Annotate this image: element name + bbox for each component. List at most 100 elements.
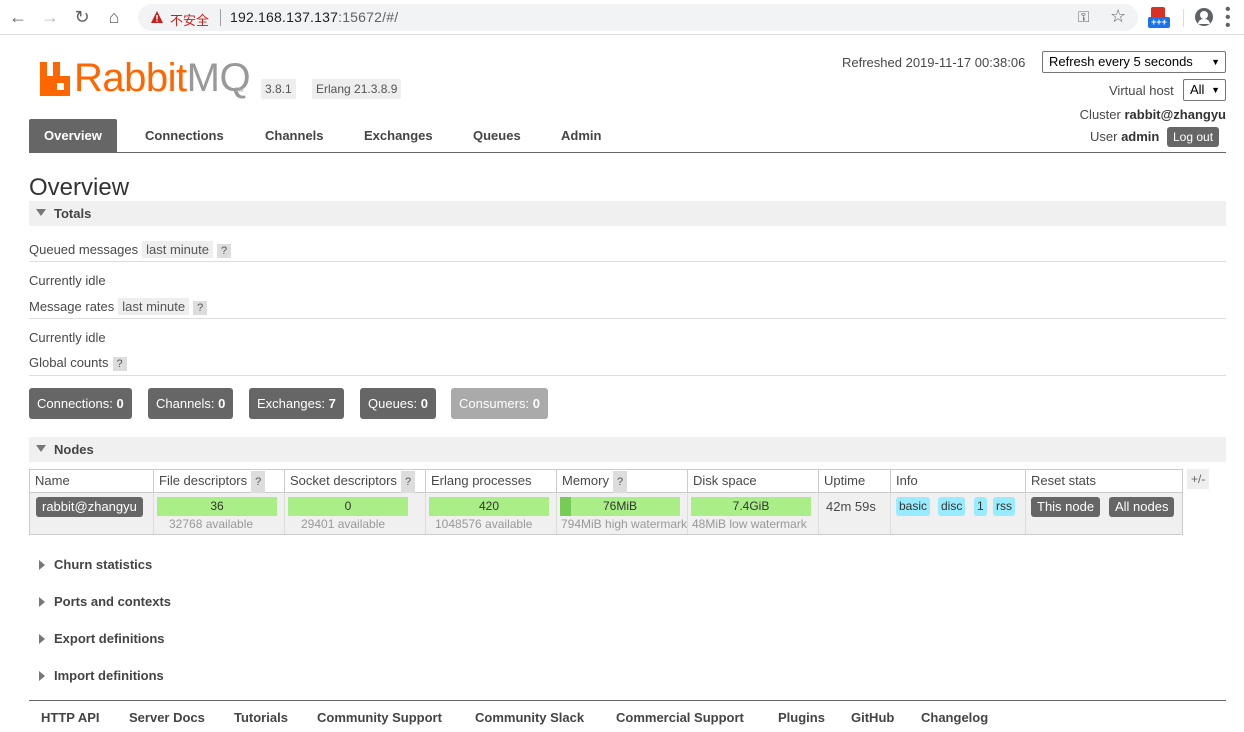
chevron-down-icon: ▼ bbox=[1211, 85, 1220, 95]
connections-count[interactable]: Connections: 0 bbox=[29, 388, 132, 419]
export-definitions-section[interactable]: Export definitions bbox=[29, 631, 165, 646]
consumers-count[interactable]: Consumers: 0 bbox=[451, 388, 548, 419]
footer-link-server-docs[interactable]: Server Docs bbox=[129, 710, 205, 725]
column-header: Disk space bbox=[688, 470, 819, 493]
column-header: Uptime bbox=[819, 470, 891, 493]
main-tabs: Overview Connections Channels Exchanges … bbox=[29, 119, 1226, 153]
ports-contexts-section[interactable]: Ports and contexts bbox=[29, 594, 171, 609]
exchanges-count[interactable]: Exchanges: 7 bbox=[249, 388, 344, 419]
page-title: Overview bbox=[29, 174, 130, 201]
warning-icon bbox=[151, 11, 163, 23]
nodes-table: Name File descriptors? Socket descriptor… bbox=[29, 469, 1183, 535]
toolbar-divider bbox=[1183, 9, 1184, 27]
footer-link-community-support[interactable]: Community Support bbox=[317, 710, 442, 725]
tab-queues[interactable]: Queues bbox=[458, 119, 536, 152]
socket-available-text: 29401 available bbox=[301, 517, 386, 531]
rates-range-toggle[interactable]: last minute bbox=[118, 298, 190, 315]
memory-bar: 76MiB bbox=[560, 497, 680, 516]
help-icon[interactable]: ? bbox=[612, 471, 628, 493]
refresh-interval-select[interactable]: Refresh every 5 seconds ▼ bbox=[1042, 51, 1226, 73]
home-icon[interactable]: ⌂ bbox=[102, 6, 126, 28]
footer-link-community-slack[interactable]: Community Slack bbox=[475, 710, 584, 725]
tab-channels[interactable]: Channels bbox=[250, 119, 339, 152]
channels-count[interactable]: Channels: 0 bbox=[148, 388, 234, 419]
address-bar[interactable]: 不安全 192.168.137.137:15672/#/ ⚿ ☆ bbox=[138, 4, 1138, 31]
erlang-version-badge: Erlang 21.3.8.9 bbox=[312, 79, 402, 99]
nodes-section-header[interactable]: Nodes bbox=[29, 437, 1226, 462]
global-counts-row: Global counts? bbox=[29, 355, 127, 371]
help-icon[interactable]: ? bbox=[400, 471, 416, 493]
rabbitmq-logo-icon bbox=[40, 62, 70, 96]
help-icon[interactable]: ? bbox=[112, 357, 127, 371]
table-header: Name File descriptors? Socket descriptor… bbox=[30, 470, 1182, 493]
queued-messages-row: Queued messages last minute? bbox=[29, 241, 232, 258]
triangle-right-icon bbox=[39, 634, 45, 644]
back-icon[interactable]: ← bbox=[6, 6, 30, 28]
security-label[interactable]: 不安全 bbox=[170, 10, 209, 29]
column-header: Erlang processes bbox=[426, 470, 557, 493]
idle-status-text: Currently idle bbox=[29, 273, 106, 288]
idle-status-text: Currently idle bbox=[29, 330, 106, 345]
help-icon[interactable]: ? bbox=[251, 471, 266, 493]
triangle-right-icon bbox=[39, 560, 45, 570]
reload-icon[interactable]: ↻ bbox=[70, 6, 94, 28]
tab-admin[interactable]: Admin bbox=[546, 119, 616, 152]
extension-icon[interactable]: +++ bbox=[1148, 7, 1170, 29]
column-header: Memory? bbox=[557, 470, 688, 493]
column-header: Socket descriptors? bbox=[285, 470, 426, 493]
tab-overview[interactable]: Overview bbox=[29, 119, 117, 152]
forward-icon[interactable]: → bbox=[38, 6, 62, 28]
memory-watermark-text: 794MiB high watermark bbox=[561, 517, 688, 531]
disk-watermark-text: 48MiB low watermark bbox=[692, 517, 807, 531]
bookmark-star-icon[interactable]: ☆ bbox=[1110, 6, 1126, 27]
reset-this-node-button[interactable]: This node bbox=[1031, 497, 1101, 517]
key-icon[interactable]: ⚿ bbox=[1078, 9, 1089, 26]
divider bbox=[29, 375, 1226, 376]
column-toggle-button[interactable]: +/- bbox=[1187, 469, 1210, 489]
column-header: File descriptors? bbox=[154, 470, 285, 493]
info-tag: disc bbox=[938, 497, 966, 516]
url-separator bbox=[220, 9, 221, 26]
footer-link-plugins[interactable]: Plugins bbox=[778, 710, 825, 725]
divider bbox=[29, 318, 1226, 319]
refreshed-timestamp: Refreshed 2019-11-17 00:38:06 bbox=[842, 55, 1026, 70]
version-badge: 3.8.1 bbox=[261, 79, 296, 99]
triangle-right-icon bbox=[39, 597, 45, 607]
totals-section-header[interactable]: Totals bbox=[29, 201, 1226, 226]
footer-link-commercial-support[interactable]: Commercial Support bbox=[616, 710, 744, 725]
url-text[interactable]: 192.168.137.137:15672/#/ bbox=[230, 9, 398, 25]
table-row: rabbit@zhangyu 36 32768 available 0 2940… bbox=[30, 493, 1182, 534]
file-descriptors-bar: 36 bbox=[157, 497, 277, 516]
column-header: Info bbox=[891, 470, 1026, 493]
info-tag: 1 bbox=[974, 497, 987, 516]
queues-count[interactable]: Queues: 0 bbox=[360, 388, 437, 419]
help-icon[interactable]: ? bbox=[193, 301, 208, 315]
footer-link-http-api[interactable]: HTTP API bbox=[41, 710, 100, 725]
tab-connections[interactable]: Connections bbox=[130, 119, 239, 152]
help-icon[interactable]: ? bbox=[217, 244, 232, 258]
tab-exchanges[interactable]: Exchanges bbox=[349, 119, 448, 152]
erlang-processes-bar: 420 bbox=[429, 497, 549, 516]
queued-range-toggle[interactable]: last minute bbox=[142, 241, 213, 258]
divider bbox=[29, 261, 1226, 262]
memory-fill bbox=[560, 497, 572, 516]
node-name-link[interactable]: rabbit@zhangyu bbox=[36, 497, 143, 517]
vhost-label: Virtual host bbox=[1109, 83, 1174, 98]
vhost-select[interactable]: All ▼ bbox=[1183, 79, 1226, 101]
info-tag: rss bbox=[993, 497, 1015, 516]
column-header: Name bbox=[30, 470, 154, 493]
churn-statistics-section[interactable]: Churn statistics bbox=[29, 557, 152, 572]
disk-space-bar: 7.4GiB bbox=[691, 497, 811, 516]
profile-icon[interactable] bbox=[1195, 8, 1213, 26]
info-tag: basic bbox=[896, 497, 931, 516]
import-definitions-section[interactable]: Import definitions bbox=[29, 668, 164, 683]
fd-available-text: 32768 available bbox=[169, 517, 254, 531]
chevron-down-icon: ▼ bbox=[1211, 57, 1220, 67]
reset-all-nodes-button[interactable]: All nodes bbox=[1109, 497, 1175, 517]
triangle-down-icon bbox=[36, 209, 46, 216]
footer-link-changelog[interactable]: Changelog bbox=[921, 710, 988, 725]
footer-link-tutorials[interactable]: Tutorials bbox=[234, 710, 288, 725]
uptime-value: 42m 59s bbox=[826, 499, 876, 514]
footer-link-github[interactable]: GitHub bbox=[851, 710, 894, 725]
kebab-menu-icon[interactable]: • • • bbox=[1225, 2, 1231, 34]
